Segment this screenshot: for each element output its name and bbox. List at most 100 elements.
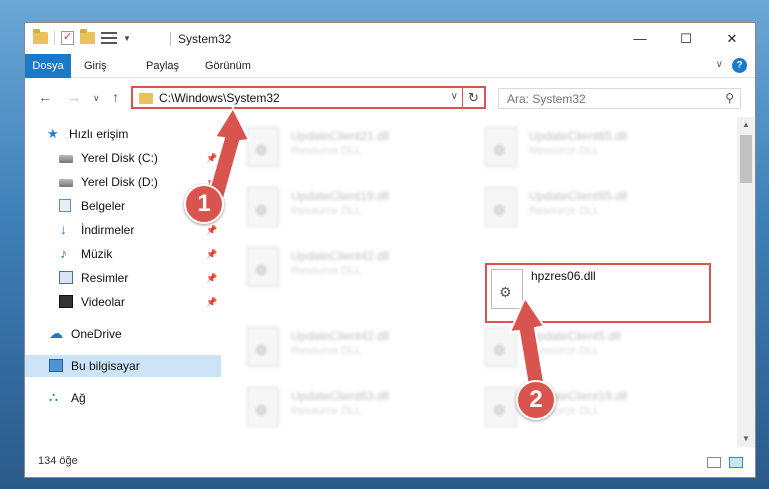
tab-home[interactable]: Giriş xyxy=(84,54,107,78)
vertical-scrollbar[interactable]: ▲ ▼ xyxy=(737,117,755,447)
sidebar-item-label: Ağ xyxy=(71,391,86,405)
file-name: UpdateClient65.dll xyxy=(529,189,628,203)
forward-button[interactable]: → xyxy=(67,89,81,105)
customize-toolbar-icon[interactable] xyxy=(101,32,117,44)
file-description: Resource DLL xyxy=(529,145,600,157)
file-item[interactable]: UpdateClient19.dll Resource DLL xyxy=(241,183,471,235)
file-item[interactable]: UpdateClient5.dll Resource DLL xyxy=(479,323,709,375)
file-name: UpdateClient63.dll xyxy=(291,389,390,403)
file-item[interactable]: UpdateClient42.dll Resource DLL xyxy=(241,323,471,375)
refresh-button[interactable]: ↻ xyxy=(462,88,484,107)
step-badge-1: 1 xyxy=(184,184,224,224)
recent-locations-button[interactable]: ∨ xyxy=(93,93,100,104)
navigation-pane: ★ Hızlı erişim Yerel Disk (C:) 📌 Yerel D… xyxy=(25,117,221,447)
dll-file-icon xyxy=(485,127,517,167)
documents-icon xyxy=(59,199,71,212)
close-button[interactable]: ✕ xyxy=(709,23,755,54)
sidebar-item-label: Yerel Disk (C:) xyxy=(81,151,158,165)
properties-icon[interactable] xyxy=(61,30,74,45)
sidebar-item-this-pc[interactable]: Bu bilgisayar xyxy=(25,355,221,377)
folder-icon xyxy=(33,29,48,44)
dll-file-icon xyxy=(247,127,279,167)
onedrive-icon: ☁ xyxy=(49,325,63,341)
search-input[interactable] xyxy=(499,89,709,108)
scrollbar-thumb[interactable] xyxy=(740,135,752,183)
status-bar: 134 öğe xyxy=(25,447,755,477)
sidebar-item-label: OneDrive xyxy=(71,327,122,341)
explorer-window: ▼ System32 — ☐ ✕ Dosya Giriş Paylaş Görü… xyxy=(24,22,756,478)
sidebar-item-label: Yerel Disk (D:) xyxy=(81,175,158,189)
address-path[interactable]: C:\Windows\System32 xyxy=(159,91,280,105)
network-icon: ⛬ xyxy=(49,389,59,404)
file-description: Resource DLL xyxy=(291,265,362,277)
minimize-button[interactable]: — xyxy=(617,23,663,54)
large-icons-view-icon[interactable] xyxy=(729,457,743,468)
dll-file-icon xyxy=(485,187,517,227)
sidebar-item-network[interactable]: ⛬ Ağ xyxy=(25,387,221,409)
tab-share[interactable]: Paylaş xyxy=(146,54,179,78)
file-description: Resource DLL xyxy=(291,205,362,217)
file-item[interactable]: UpdateClient42.dll Resource DLL xyxy=(241,243,471,295)
sidebar-item-pictures[interactable]: Resimler 📌 xyxy=(25,267,221,289)
dll-file-icon xyxy=(247,247,279,287)
sidebar-item-label: İndirmeler xyxy=(81,223,135,237)
music-icon: ♪ xyxy=(60,245,67,261)
disk-icon xyxy=(59,179,73,187)
file-name: UpdateClient42.dll xyxy=(291,329,390,343)
sidebar-item-onedrive[interactable]: ☁ OneDrive xyxy=(25,323,221,345)
file-item[interactable]: UpdateClient19.dll Resource DLL xyxy=(479,383,709,435)
dll-file-icon xyxy=(247,327,279,367)
dll-file-icon xyxy=(247,187,279,227)
file-description: Resource DLL xyxy=(291,345,362,357)
this-pc-icon xyxy=(49,359,63,372)
sidebar-item-quick-access[interactable]: ★ Hızlı erişim xyxy=(25,123,221,145)
sidebar-item-label: Resimler xyxy=(81,271,129,285)
sidebar-item-label: Müzik xyxy=(81,247,113,261)
folder-icon xyxy=(139,93,153,104)
maximize-button[interactable]: ☐ xyxy=(663,23,709,54)
pin-icon[interactable]: 📌 xyxy=(206,291,217,313)
file-name: UpdateClient21.dll xyxy=(291,129,390,143)
star-icon: ★ xyxy=(47,126,59,141)
help-icon[interactable]: ? xyxy=(732,58,747,73)
sidebar-item-label: Hızlı erişim xyxy=(69,127,129,141)
sidebar-item-music[interactable]: ♪ Müzik 📌 xyxy=(25,243,221,265)
tab-file[interactable]: Dosya xyxy=(25,54,71,78)
file-item-hpzres06[interactable]: hpzres06.dll xyxy=(485,263,711,323)
pin-icon[interactable]: 📌 xyxy=(206,267,217,289)
file-name: UpdateClient42.dll xyxy=(291,249,390,263)
tab-view[interactable]: Görünüm xyxy=(205,54,251,78)
search-icon[interactable]: ⚲ xyxy=(725,91,734,105)
sidebar-item-local-disk-c[interactable]: Yerel Disk (C:) 📌 xyxy=(25,147,221,169)
file-item[interactable]: UpdateClient63.dll Resource DLL xyxy=(241,383,471,435)
sidebar-item-videos[interactable]: Videolar 📌 xyxy=(25,291,221,313)
chevron-down-icon[interactable]: ▼ xyxy=(123,34,131,43)
address-bar[interactable]: C:\Windows\System32 ∨ ↻ xyxy=(131,86,486,109)
scroll-up-icon[interactable]: ▲ xyxy=(737,117,755,133)
pin-icon[interactable]: 📌 xyxy=(206,243,217,265)
up-button[interactable]: ↑ xyxy=(112,89,119,105)
file-list: UpdateClient21.dll Resource DLL UpdateCl… xyxy=(221,117,737,447)
disk-icon xyxy=(59,155,73,163)
pin-icon[interactable]: 📌 xyxy=(206,147,217,169)
sidebar-item-label: Videolar xyxy=(81,295,125,309)
dll-file-icon xyxy=(485,387,517,427)
file-item[interactable]: UpdateClient21.dll Resource DLL xyxy=(241,123,471,175)
details-view-icon[interactable] xyxy=(707,457,721,468)
window-title: System32 xyxy=(178,32,232,46)
file-item[interactable]: UpdateClient65.dll Resource DLL xyxy=(479,123,709,175)
dll-file-icon xyxy=(247,387,279,427)
address-dropdown-icon[interactable]: ∨ xyxy=(451,91,458,102)
sidebar-item-downloads[interactable]: ↓ İndirmeler 📌 xyxy=(25,219,221,241)
file-item[interactable]: UpdateClient65.dll Resource DLL xyxy=(479,183,709,235)
dll-file-icon xyxy=(491,269,523,309)
search-box[interactable]: ⚲ xyxy=(498,88,741,109)
title-bar: ▼ System32 — ☐ ✕ xyxy=(25,23,755,54)
back-button[interactable]: ← xyxy=(38,89,52,105)
new-folder-icon[interactable] xyxy=(80,29,95,44)
window-controls: — ☐ ✕ xyxy=(617,23,755,54)
ribbon-tabs: Dosya Giriş Paylaş Görünüm ∨ ? xyxy=(25,54,755,78)
expand-ribbon-icon[interactable]: ∨ xyxy=(716,59,723,70)
file-description: Resource DLL xyxy=(529,345,600,357)
scroll-down-icon[interactable]: ▼ xyxy=(737,431,755,447)
